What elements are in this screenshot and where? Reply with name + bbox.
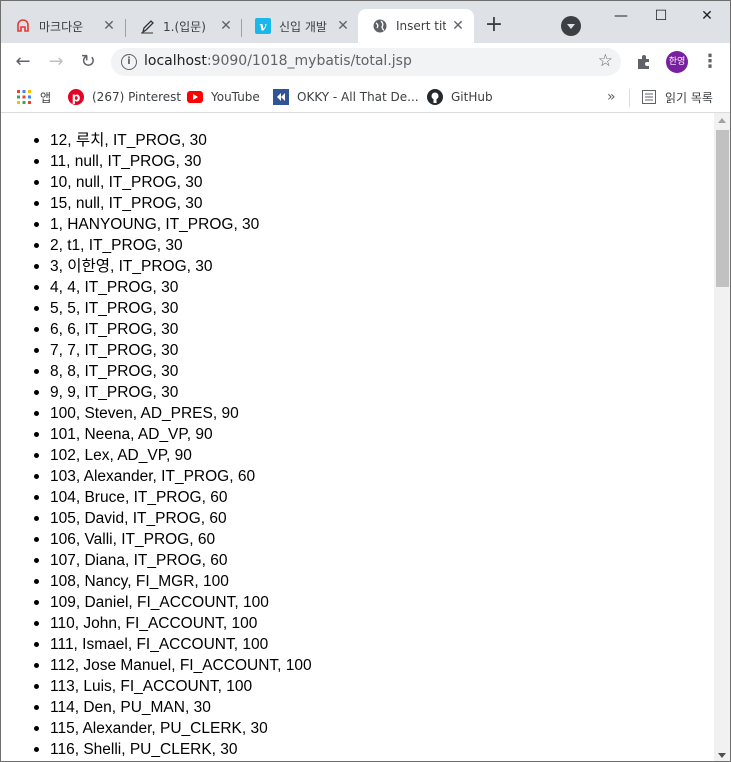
maximize-button[interactable]: ☐ <box>641 1 681 31</box>
svg-text:v: v <box>260 20 268 34</box>
apps-grid-icon <box>16 89 32 105</box>
profile-avatar[interactable]: 한영 <box>666 51 688 73</box>
bookmark-separator <box>629 89 630 107</box>
list-item: 5, 5, IT_PROG, 30 <box>34 298 312 319</box>
github-icon <box>427 89 443 105</box>
list-item: 6, 6, IT_PROG, 30 <box>34 319 312 340</box>
youtube-icon <box>187 89 203 105</box>
list-item: 105, David, IT_PROG, 60 <box>34 508 312 529</box>
list-item: 107, Diana, IT_PROG, 60 <box>34 550 312 571</box>
list-item: 3, 이한영, IT_PROG, 30 <box>34 256 312 277</box>
list-item: 100, Steven, AD_PRES, 90 <box>34 403 312 424</box>
scrollbar-thumb[interactable] <box>716 130 729 287</box>
list-item: 7, 7, IT_PROG, 30 <box>34 340 312 361</box>
tab-insert-title[interactable]: Insert titl ✕ <box>358 9 474 43</box>
list-item: 102, Lex, AD_VP, 90 <box>34 445 312 466</box>
bookmark-github[interactable]: GitHub <box>427 87 493 107</box>
close-icon[interactable]: ✕ <box>335 18 351 34</box>
bookmarks-bar: 앱 p (267) Pinterest YouTube OKKY - All T… <box>1 81 730 113</box>
list-item: 115, Alexander, PU_CLERK, 30 <box>34 718 312 739</box>
list-item: 113, Luis, FI_ACCOUNT, 100 <box>34 676 312 697</box>
globe-icon <box>372 18 388 34</box>
toolbar: ← → ↻ i localhost:9090/1018_mybatis/tota… <box>1 43 730 81</box>
list-item: 11, null, IT_PROG, 30 <box>34 151 312 172</box>
list-item: 112, Jose Manuel, FI_ACCOUNT, 100 <box>34 657 312 674</box>
list-item: 111, Ismael, FI_ACCOUNT, 100 <box>34 634 312 655</box>
svg-text:p: p <box>72 91 81 105</box>
tab-strip: 마크다운 ✕ 1.(입문) ✕ v 신입 개발 ✕ Insert titl ✕ <box>1 1 730 43</box>
extensions-puzzle-icon[interactable] <box>635 53 653 71</box>
url-text[interactable]: localhost:9090/1018_mybatis/total.jsp <box>144 53 412 69</box>
list-item: 103, Alexander, IT_PROG, 60 <box>34 466 312 487</box>
list-item: 110, John, FI_ACCOUNT, 100 <box>34 613 312 634</box>
okky-icon <box>273 89 289 105</box>
close-icon[interactable]: ✕ <box>218 18 234 34</box>
list-item: 10, null, IT_PROG, 30 <box>34 172 312 193</box>
reading-list-icon <box>641 89 657 105</box>
list-item: 15, null, IT_PROG, 30 <box>34 193 312 214</box>
more-bookmarks-chevron-icon[interactable]: » <box>607 89 616 105</box>
menu-kebab-icon[interactable]: ⋮ <box>701 51 719 73</box>
vimeo-icon: v <box>255 18 271 34</box>
pinterest-icon: p <box>68 89 84 105</box>
tab-newbie-dev[interactable]: v 신입 개발 ✕ <box>241 9 359 43</box>
back-button[interactable]: ← <box>9 48 37 76</box>
list-item: 114, Den, PU_MAN, 30 <box>34 697 312 718</box>
bookmark-star-icon[interactable]: ☆ <box>598 51 613 71</box>
list-item: 12, 루치, IT_PROG, 30 <box>34 130 312 151</box>
pen-icon <box>139 18 155 34</box>
tab-intro[interactable]: 1.(입문) ✕ <box>125 9 242 43</box>
browser-window: 마크다운 ✕ 1.(입문) ✕ v 신입 개발 ✕ Insert titl ✕ <box>0 0 731 762</box>
list-item: 1, HANYOUNG, IT_PROG, 30 <box>34 214 312 235</box>
address-bar[interactable]: i localhost:9090/1018_mybatis/total.jsp … <box>111 48 621 76</box>
bookmark-okky[interactable]: OKKY - All That De... <box>273 87 419 107</box>
list-item: 106, Valli, IT_PROG, 60 <box>34 529 312 550</box>
list-item: 4, 4, IT_PROG, 30 <box>34 277 312 298</box>
scroll-down-arrow-icon[interactable] <box>718 753 726 758</box>
reading-list[interactable]: 읽기 목록 <box>641 87 713 107</box>
scroll-up-arrow-icon[interactable] <box>718 118 726 123</box>
list-item: 2, t1, IT_PROG, 30 <box>34 235 312 256</box>
markdown-icon <box>15 18 31 34</box>
reload-button[interactable]: ↻ <box>74 48 102 76</box>
new-tab-button[interactable]: + <box>482 14 506 38</box>
close-icon[interactable]: ✕ <box>101 18 117 34</box>
info-icon[interactable]: i <box>121 54 137 70</box>
forward-button[interactable]: → <box>42 48 70 76</box>
list-item: 9, 9, IT_PROG, 30 <box>34 382 312 403</box>
list-item: 116, Shelli, PU_CLERK, 30 <box>34 739 312 760</box>
bookmark-pinterest[interactable]: p (267) Pinterest <box>68 87 181 107</box>
vertical-scrollbar[interactable] <box>714 113 730 761</box>
page-content: 12, 루치, IT_PROG, 30 11, null, IT_PROG, 30… <box>1 113 714 761</box>
tab-markdown[interactable]: 마크다운 ✕ <box>1 9 125 43</box>
list-item: 101, Neena, AD_VP, 90 <box>34 424 312 445</box>
list-item: 104, Bruce, IT_PROG, 60 <box>34 487 312 508</box>
list-item: 108, Nancy, FI_MGR, 100 <box>34 571 312 592</box>
tab-search-button[interactable] <box>561 16 581 36</box>
bookmark-apps[interactable]: 앱 <box>16 87 51 107</box>
bookmark-youtube[interactable]: YouTube <box>187 87 260 107</box>
minimize-button[interactable]: — <box>601 1 641 31</box>
list-item: 8, 8, IT_PROG, 30 <box>34 361 312 382</box>
employee-list: 12, 루치, IT_PROG, 30 11, null, IT_PROG, 30… <box>34 130 312 760</box>
close-window-button[interactable]: ✕ <box>687 1 727 31</box>
list-item: 109, Daniel, FI_ACCOUNT, 100 <box>34 592 312 613</box>
close-icon[interactable]: ✕ <box>450 18 466 34</box>
